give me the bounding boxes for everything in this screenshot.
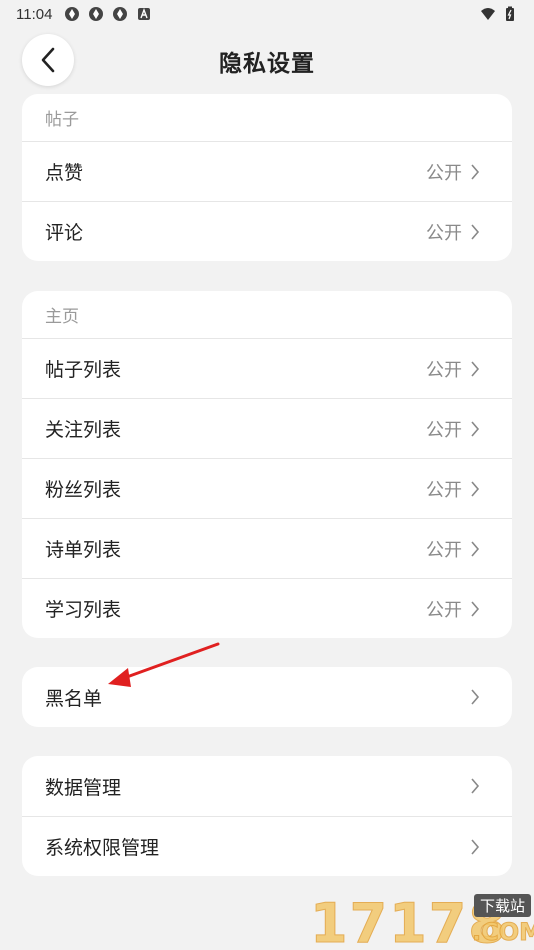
setting-label: 诗单列表: [45, 539, 122, 561]
setting-label: 系统权限管理: [45, 837, 160, 859]
blacklist-card: 黑名单: [22, 667, 512, 727]
wifi-icon: [481, 8, 495, 20]
setting-value: 公开: [426, 419, 462, 441]
watermark-badge: 下载站: [474, 894, 532, 917]
chevron-right-icon: [471, 689, 480, 705]
watermark-domain: .COM: [471, 918, 534, 947]
status-right-icons: [480, 6, 518, 22]
setting-label: 关注列表: [45, 419, 122, 441]
setting-value: 公开: [426, 222, 462, 244]
chevron-left-icon: [41, 47, 55, 73]
setting-row-study-list[interactable]: 学习列表 公开: [22, 578, 512, 638]
chevron-right-icon: [471, 163, 480, 180]
chevron-right-icon: [471, 540, 480, 557]
setting-value: 公开: [426, 539, 462, 561]
setting-row-poem-list[interactable]: 诗单列表 公开: [22, 518, 512, 578]
app-notification-icon: [89, 7, 104, 21]
setting-label: 粉丝列表: [45, 479, 122, 501]
status-time: 11:04: [16, 5, 53, 23]
setting-row-data-management[interactable]: 数据管理: [22, 756, 512, 816]
chevron-right-icon: [471, 420, 480, 437]
page-title: 隐私设置: [219, 51, 315, 77]
setting-row-fans-list[interactable]: 粉丝列表 公开: [22, 458, 512, 518]
chevron-right-icon: [471, 223, 480, 240]
setting-row-blacklist[interactable]: 黑名单: [22, 667, 512, 727]
header: 隐私设置: [0, 32, 534, 90]
setting-label: 点赞: [45, 162, 84, 184]
posts-privacy-card: 帖子 点赞 公开 评论 公开: [22, 94, 512, 261]
chevron-right-icon: [471, 838, 480, 855]
a-badge-icon: [138, 8, 151, 20]
setting-value: 公开: [426, 162, 462, 184]
chevron-right-icon: [471, 360, 480, 377]
setting-label: 帖子列表: [45, 359, 122, 381]
app-notification-icon: [113, 7, 128, 21]
setting-row-likes[interactable]: 点赞 公开: [22, 141, 512, 201]
setting-row-following-list[interactable]: 关注列表 公开: [22, 398, 512, 458]
management-card: 数据管理 系统权限管理: [22, 756, 512, 876]
setting-row-comments[interactable]: 评论 公开: [22, 201, 512, 261]
battery-icon: [506, 6, 514, 21]
setting-label: 数据管理: [45, 776, 122, 799]
homepage-privacy-card: 主页 帖子列表 公开 关注列表 公开 粉丝列表 公开 诗单列表 公开 学习列表 …: [22, 291, 512, 638]
setting-row-system-permissions[interactable]: 系统权限管理: [22, 816, 512, 876]
back-button[interactable]: [22, 34, 74, 86]
chevron-right-icon: [471, 600, 480, 617]
chevron-right-icon: [471, 778, 480, 794]
status-notification-icons: [64, 6, 152, 22]
watermark-logo: 17178 下载站 .COM: [310, 888, 534, 950]
status-bar: 11:04: [0, 0, 534, 28]
setting-value: 公开: [426, 359, 462, 381]
chevron-right-icon: [471, 480, 480, 497]
setting-label: 黑名单: [45, 687, 103, 710]
app-notification-icon: [65, 7, 80, 21]
setting-value: 公开: [426, 599, 462, 621]
setting-row-posts-list[interactable]: 帖子列表 公开: [22, 338, 512, 398]
setting-label: 评论: [45, 222, 84, 244]
section-label-homepage: 主页: [45, 307, 79, 327]
setting-label: 学习列表: [45, 599, 122, 621]
section-label-posts: 帖子: [45, 110, 79, 130]
setting-value: 公开: [426, 479, 462, 501]
